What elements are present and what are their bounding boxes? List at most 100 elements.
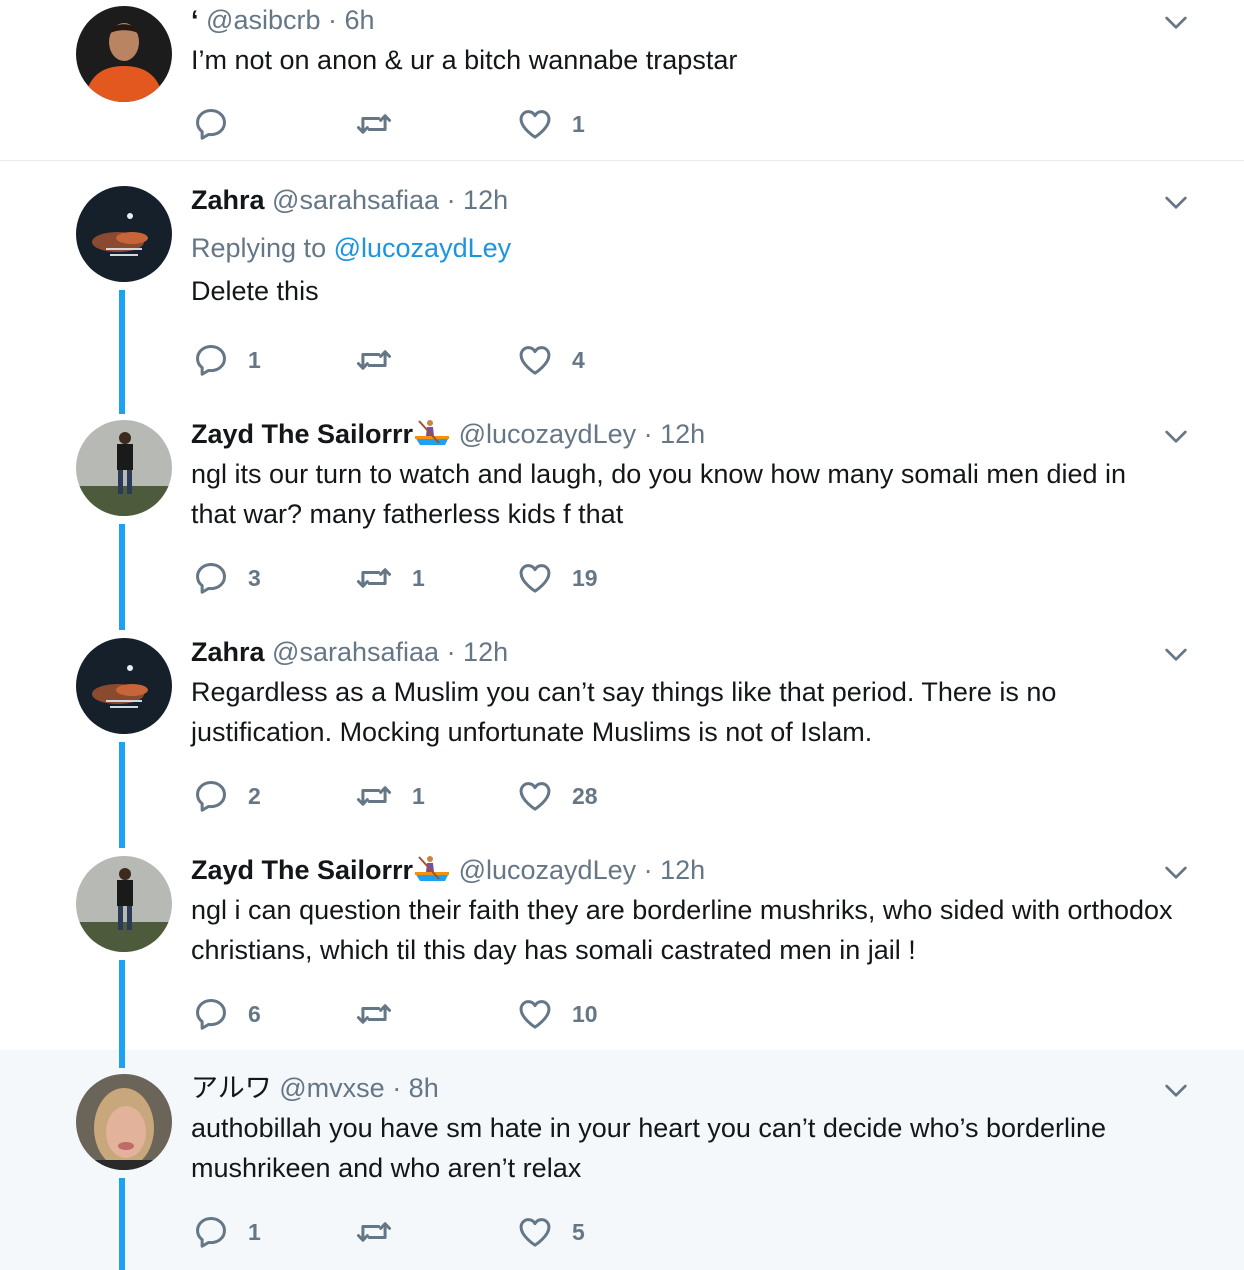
retweet-button[interactable]: 1 [354,558,425,598]
chevron-down-icon[interactable] [1160,638,1192,670]
chevron-down-icon[interactable] [1160,6,1192,38]
reply-count: 3 [248,564,261,591]
speech-bubble-icon [192,341,230,379]
tweet-time[interactable]: · 12h [644,419,706,449]
tweet-time[interactable]: · 12h [447,637,509,667]
retweet-icon [354,1213,394,1251]
tweet[interactable]: Zahra @sarahsafiaa · 12h Replying to @lu… [0,180,1244,418]
retweet-icon [354,105,394,143]
like-count: 19 [572,564,598,591]
tweet[interactable]: Zayd The Sailorrr @lucozaydLey · 12h ngl… [0,850,1244,1066]
tweet-actions: 6 10 [192,994,692,1034]
chevron-down-icon[interactable] [1160,420,1192,452]
user-name[interactable]: Zahra [191,637,265,667]
conversation-thread: ‘ @asibcrb · 6h I’m not on anon & ur a b… [0,0,1244,1270]
like-button[interactable]: 28 [516,776,598,816]
retweet-button[interactable] [354,104,412,144]
retweet-button[interactable] [354,340,412,380]
rowboat-emoji [413,419,451,447]
tweet-text: Regardless as a Muslim you can’t say thi… [191,677,1057,747]
heart-icon [516,1213,554,1251]
user-name[interactable]: Zayd The Sailorrr [191,855,413,885]
speech-bubble-icon [192,559,230,597]
user-name-prefix: ‘ [191,5,199,35]
like-button[interactable]: 5 [516,1212,585,1252]
user-handle[interactable]: @lucozaydLey [459,855,637,885]
reply-count: 6 [248,1000,261,1027]
like-count: 28 [572,782,598,809]
avatar[interactable] [76,6,172,102]
tweet-time[interactable]: · 8h [392,1073,439,1103]
reply-button[interactable]: 2 [192,776,261,816]
retweet-button[interactable] [354,1212,412,1252]
avatar[interactable] [76,638,172,734]
heart-icon [516,777,554,815]
like-button[interactable]: 10 [516,994,598,1034]
tweet-header: ‘ @asibcrb · 6h [191,5,1174,35]
reply-button[interactable] [192,104,248,144]
user-name[interactable]: アルワ [191,1073,272,1103]
thread-line [119,290,125,414]
tweet-header: Zayd The Sailorrr @lucozaydLey · 12h [191,419,1174,449]
thread-line [119,1178,125,1270]
heart-icon [516,341,554,379]
avatar[interactable] [76,1074,172,1170]
tweet-text: Delete this [191,276,319,306]
tweet-time[interactable]: · 12h [447,185,509,215]
avatar[interactable] [76,856,172,952]
reply-count: 1 [248,346,261,373]
tweet-actions: 1 [192,104,692,144]
tweet-actions: 1 4 [192,340,692,380]
tweet-header: Zahra @sarahsafiaa · 12h [191,637,1174,667]
avatar[interactable] [76,420,172,516]
like-button[interactable]: 19 [516,558,598,598]
user-handle[interactable]: @sarahsafiaa [272,637,439,667]
user-handle[interactable]: @asibcrb [206,5,320,35]
tweet-text: ngl i can question their faith they are … [191,895,1173,965]
heart-icon [516,559,554,597]
reply-button[interactable]: 6 [192,994,261,1034]
user-name[interactable]: Zayd The Sailorrr [191,419,413,449]
retweet-button[interactable]: 1 [354,776,425,816]
rowboat-emoji [413,855,451,883]
retweet-button[interactable] [354,994,412,1034]
tweet[interactable]: Zayd The Sailorrr @lucozaydLey · 12h ngl… [0,414,1244,632]
tweet[interactable]: ‘ @asibcrb · 6h I’m not on anon & ur a b… [0,0,1244,161]
user-handle[interactable]: @sarahsafiaa [272,185,439,215]
tweet-time[interactable]: · 6h [328,5,375,35]
like-count: 1 [572,110,585,137]
tweet-actions: 2 1 28 [192,776,692,816]
like-button[interactable]: 4 [516,340,585,380]
replying-to-label: Replying to [191,233,327,263]
thread-line [119,742,125,848]
speech-bubble-icon [192,105,230,143]
avatar[interactable] [76,186,172,282]
user-handle[interactable]: @mvxse [279,1073,384,1103]
tweet-header: アルワ @mvxse · 8h [191,1073,1174,1103]
chevron-down-icon[interactable] [1160,1074,1192,1106]
like-button[interactable]: 1 [516,104,585,144]
chevron-down-icon[interactable] [1160,186,1192,218]
tweet-header: Zahra @sarahsafiaa · 12h [191,185,1174,215]
like-count: 4 [572,346,585,373]
retweet-icon [354,995,394,1033]
tweet-time[interactable]: · 12h [644,855,706,885]
tweet-header: Zayd The Sailorrr @lucozaydLey · 12h [191,855,1174,885]
like-count: 10 [572,1000,598,1027]
tweet-text: I’m not on anon & ur a bitch wannabe tra… [191,45,738,75]
reply-button[interactable]: 3 [192,558,261,598]
tweet-actions: 1 5 [192,1212,692,1252]
replying-to-mention[interactable]: @lucozaydLey [334,233,512,263]
user-name[interactable]: Zahra [191,185,265,215]
speech-bubble-icon [192,777,230,815]
tweet[interactable]: アルワ @mvxse · 8h authobillah you have sm … [0,1050,1244,1270]
chevron-down-icon[interactable] [1160,856,1192,888]
reply-button[interactable]: 1 [192,1212,261,1252]
heart-icon [516,995,554,1033]
reply-count: 2 [248,782,261,809]
tweet[interactable]: Zahra @sarahsafiaa · 12h Regardless as a… [0,632,1244,850]
like-count: 5 [572,1218,585,1245]
reply-button[interactable]: 1 [192,340,261,380]
user-handle[interactable]: @lucozaydLey [459,419,637,449]
retweet-count: 1 [412,564,425,591]
